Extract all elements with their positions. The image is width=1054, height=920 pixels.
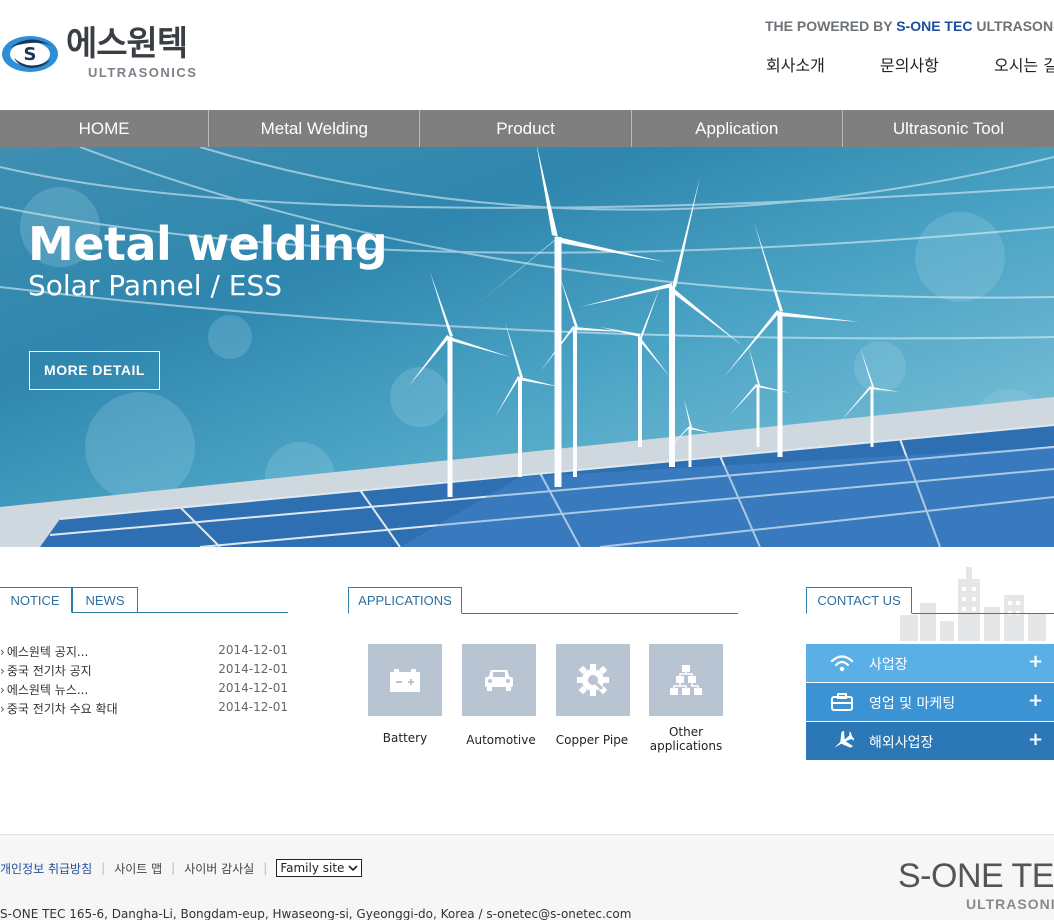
- logo-text: 에스원텍: [66, 24, 188, 64]
- app-label-automotive: Automotive: [466, 733, 536, 747]
- bullet-icon: ›: [0, 683, 5, 697]
- app-label-copper-pipe: Copper Pipe: [555, 733, 629, 747]
- company-address: S-ONE TEC 165-6, Dangha-Li, Bongdam-eup,…: [0, 907, 632, 920]
- app-label-other-applications: Other applications: [649, 725, 723, 753]
- notice-title: 에스원텍 공지...: [6, 645, 89, 659]
- applications-panel: APPLICATIONS Battery Automotive Copper P…: [348, 587, 738, 753]
- sitemap-icon: [670, 665, 702, 695]
- hero-title: Metal welding: [28, 217, 388, 271]
- briefcase-icon: [831, 693, 853, 711]
- plus-icon: +: [1028, 690, 1044, 711]
- footer: 개인정보 취급방침 | 사이트 맵 | 사이버 감사실 | Family sit…: [0, 834, 1054, 920]
- list-item[interactable]: › 중국 전기차 수요 확대 2014-12-01: [0, 700, 288, 719]
- nav-item-home[interactable]: HOME: [0, 110, 210, 147]
- tab-news[interactable]: NEWS: [72, 587, 138, 613]
- notice-news-panel: NOTICE NEWS: [0, 587, 288, 613]
- util-link-company[interactable]: 회사소개: [766, 52, 825, 76]
- contact-row-sales-marketing[interactable]: 영업 및 마케팅 +: [806, 683, 1054, 721]
- footer-link-sitemap[interactable]: 사이트 맵: [114, 860, 162, 877]
- car-icon: [485, 670, 513, 691]
- contact-row-label: 사업장: [869, 657, 908, 673]
- bullet-icon: ›: [0, 702, 5, 716]
- site-logo[interactable]: S 에스원텍 ULTRASONICS: [0, 24, 200, 84]
- nav-item-metal-welding[interactable]: Metal Welding: [209, 110, 421, 147]
- footer-logo: S-ONE TEC: [898, 857, 1054, 895]
- family-site-select[interactable]: Family site: [276, 859, 363, 877]
- util-link-directions[interactable]: 오시는 길: [994, 52, 1054, 76]
- app-tile-automotive[interactable]: [462, 644, 536, 716]
- contact-row-label: 해외사업장: [869, 735, 934, 751]
- gear-icon: [577, 664, 609, 696]
- list-item[interactable]: › 에스원텍 공지... 2014-12-01: [0, 643, 288, 662]
- tab-notice[interactable]: NOTICE: [0, 587, 72, 613]
- app-label-battery: Battery: [382, 731, 428, 745]
- battery-icon: [390, 669, 420, 692]
- divider: |: [171, 861, 176, 875]
- logo-mark-icon: S: [2, 36, 58, 72]
- svg-text:S: S: [24, 44, 37, 65]
- list-item[interactable]: › 에스원텍 뉴스... 2014-12-01: [0, 681, 288, 700]
- tab-applications[interactable]: APPLICATIONS: [348, 587, 462, 614]
- footer-link-cyber-audit[interactable]: 사이버 감사실: [184, 860, 254, 877]
- contact-row-overseas[interactable]: 해외사업장 +: [806, 722, 1054, 760]
- contact-row-label: 영업 및 마케팅: [869, 696, 956, 712]
- more-detail-button[interactable]: MORE DETAIL: [29, 351, 160, 390]
- app-tile-copper-pipe[interactable]: [556, 644, 630, 716]
- main-nav: HOME Metal Welding Product Application U…: [0, 110, 1054, 147]
- list-item[interactable]: › 중국 전기차 공지 2014-12-01: [0, 662, 288, 681]
- list-item-title: › 에스원텍 뉴스...: [0, 681, 88, 700]
- tab-contact-us[interactable]: CONTACT US: [806, 587, 912, 614]
- nav-item-application[interactable]: Application: [632, 110, 843, 147]
- powered-by-tagline: THE POWERED BY S-ONE TEC ULTRASONICS: [765, 18, 1054, 34]
- airplane-icon: [834, 731, 854, 748]
- contact-row-site[interactable]: 사업장 +: [806, 644, 1054, 682]
- hero-subtitle: Solar Pannel / ESS: [28, 269, 283, 302]
- notice-title: 에스원텍 뉴스...: [6, 683, 89, 697]
- header: S 에스원텍 ULTRASONICS THE POWERED BY S-ONE …: [0, 0, 1054, 110]
- contact-tab-bar: CONTACT US: [806, 587, 1054, 614]
- chevron-down-icon: [348, 865, 359, 871]
- notice-title: 중국 전기차 수요 확대: [6, 702, 118, 716]
- app-tile-other-applications[interactable]: [649, 644, 723, 716]
- list-item-date: 2014-12-01: [218, 700, 288, 714]
- family-site-value: Family site: [280, 861, 345, 875]
- hero-banner: Metal welding Solar Pannel / ESS MORE DE…: [0, 147, 1054, 547]
- notice-list: › 에스원텍 공지... 2014-12-01 › 중국 전기차 공지 2014-1…: [0, 643, 288, 719]
- plus-icon: +: [1028, 729, 1044, 750]
- nav-item-product[interactable]: Product: [420, 110, 632, 147]
- footer-logo-subtitle: ULTRASONICS: [966, 896, 1054, 912]
- footer-link-privacy[interactable]: 개인정보 취급방침: [0, 860, 92, 877]
- list-item-title: › 중국 전기차 공지: [0, 662, 92, 681]
- logo-subtitle: ULTRASONICS: [88, 65, 198, 80]
- notice-tab-bar: NOTICE NEWS: [0, 587, 288, 613]
- list-item-title: › 에스원텍 공지...: [0, 643, 88, 662]
- list-item-title: › 중국 전기차 수요 확대: [0, 700, 118, 719]
- nav-item-ultrasonic-tool[interactable]: Ultrasonic Tool: [843, 110, 1054, 147]
- powered-suffix: ULTRASONICS: [976, 18, 1054, 34]
- app-tile-battery[interactable]: [368, 644, 442, 716]
- divider: |: [263, 861, 268, 875]
- footer-links: 개인정보 취급방침 | 사이트 맵 | 사이버 감사실 | Family sit…: [0, 859, 363, 877]
- applications-tab-bar: APPLICATIONS: [348, 587, 738, 614]
- wifi-icon: [830, 655, 854, 672]
- powered-prefix: THE POWERED BY: [765, 18, 893, 34]
- bullet-icon: ›: [0, 645, 5, 659]
- list-item-date: 2014-12-01: [218, 681, 288, 695]
- list-item-date: 2014-12-01: [218, 643, 288, 657]
- notice-title: 중국 전기차 공지: [6, 664, 92, 678]
- plus-icon: +: [1028, 651, 1044, 672]
- powered-brand: S-ONE TEC: [896, 18, 973, 34]
- utility-nav: 회사소개 문의사항 오시는 길: [766, 52, 1054, 76]
- divider: |: [101, 861, 106, 875]
- bullet-icon: ›: [0, 664, 5, 678]
- list-item-date: 2014-12-01: [218, 662, 288, 676]
- hero-background-illustration: [0, 147, 1054, 547]
- util-link-inquiry[interactable]: 문의사항: [880, 52, 939, 76]
- contact-panel: CONTACT US 사업장 + 영업 및 마케팅 + 해외사업장 +: [806, 567, 1054, 767]
